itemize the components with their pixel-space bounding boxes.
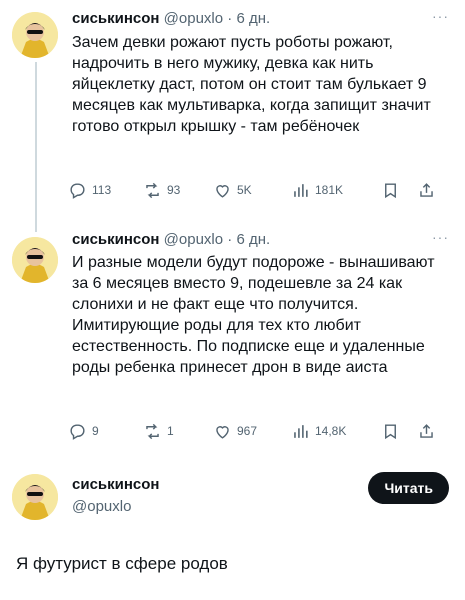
like-icon (216, 425, 229, 439)
reply-icon (70, 423, 85, 440)
caption-text: Я футурист в сфере родов (16, 554, 228, 573)
bookmark-button[interactable] (381, 181, 417, 200)
share-button[interactable] (417, 422, 447, 441)
reply-count: 113 (92, 183, 112, 197)
views-button[interactable]: 181K (291, 181, 381, 200)
tweet-actions: 113 93 5K 181K (68, 178, 454, 202)
profile-card: сиськинсон @opuxlo Читать (0, 460, 465, 530)
like-count: 967 (237, 424, 258, 438)
views-icon (294, 183, 308, 197)
bookmark-icon (385, 182, 396, 198)
share-icon (420, 182, 433, 197)
like-button[interactable]: 967 (213, 422, 291, 441)
more-options-icon[interactable]: ··· (432, 229, 449, 245)
bookmark-button[interactable] (381, 422, 417, 441)
reply-count: 9 (92, 424, 99, 438)
reply-icon (70, 182, 85, 199)
profile-name[interactable]: сиськинсон (72, 476, 159, 493)
repost-icon (146, 423, 159, 439)
author-handle[interactable]: @opuxlo (164, 10, 223, 27)
repost-button[interactable]: 1 (143, 422, 213, 441)
avatar[interactable] (12, 237, 58, 283)
author-name[interactable]: сиськинсон (72, 231, 159, 248)
author-handle[interactable]: @opuxlo (164, 231, 223, 248)
timestamp[interactable]: 6 дн. (236, 231, 270, 248)
repost-count: 93 (167, 183, 181, 197)
thread-line (35, 62, 37, 232)
tweet-text: И разные модели будут подороже - вынашив… (72, 254, 435, 376)
tweet-1: сиськинсон @opuxlo · 6 дн. ··· Зачем дев… (0, 0, 465, 232)
separator-dot: · (227, 10, 233, 27)
reply-button[interactable]: 9 (68, 422, 143, 441)
repost-button[interactable]: 93 (143, 181, 213, 200)
like-count: 5K (237, 183, 252, 197)
tweet-header: сиськинсон @opuxlo · 6 дн. (72, 231, 270, 248)
profile-handle[interactable]: @opuxlo (72, 498, 131, 515)
like-button[interactable]: 5K (213, 181, 291, 200)
repost-count: 1 (167, 424, 174, 438)
tweet-header: сиськинсон @opuxlo · 6 дн. (72, 10, 270, 27)
bookmark-icon (385, 423, 396, 439)
timestamp[interactable]: 6 дн. (236, 10, 270, 27)
avatar[interactable] (12, 12, 58, 58)
author-name[interactable]: сиськинсон (72, 10, 159, 27)
separator-dot: · (227, 231, 233, 248)
share-button[interactable] (417, 181, 447, 200)
share-icon (420, 423, 433, 438)
tweet-2: сиськинсон @opuxlo · 6 дн. ··· И разные … (0, 225, 465, 460)
follow-button[interactable]: Читать (368, 472, 449, 504)
views-icon (294, 424, 308, 438)
tweet-text: Зачем девки рожают пусть роботы рожают, … (72, 34, 431, 135)
avatar[interactable] (12, 474, 58, 520)
views-count: 14,8K (315, 424, 347, 438)
like-icon (216, 184, 229, 198)
views-count: 181K (315, 183, 344, 197)
tweet-actions: 9 1 967 14,8K (68, 419, 454, 443)
reply-button[interactable]: 113 (68, 181, 143, 200)
views-button[interactable]: 14,8K (291, 422, 381, 441)
more-options-icon[interactable]: ··· (432, 8, 449, 24)
repost-icon (146, 182, 159, 198)
